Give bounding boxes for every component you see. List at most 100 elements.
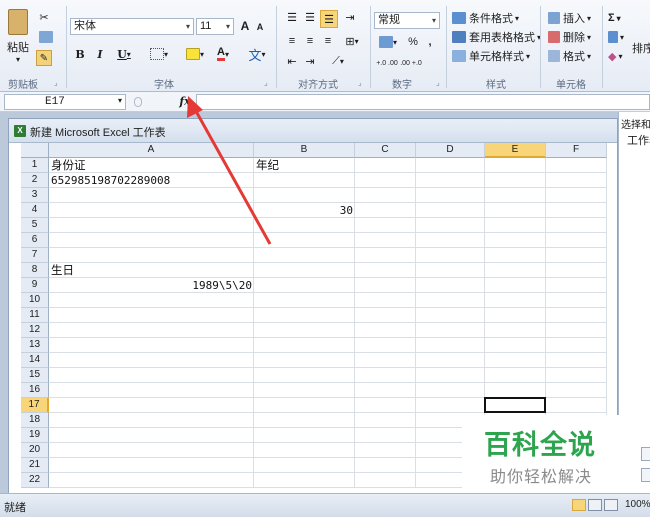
row-header-8[interactable]: 8 (21, 263, 49, 278)
chevron-down-icon: ▾ (185, 22, 190, 31)
fx-icon[interactable]: fx (176, 94, 194, 110)
insert-button[interactable]: 插入 ▾ (548, 10, 591, 26)
autosum-button[interactable]: Σ ▾ (608, 10, 621, 26)
font-family-select[interactable]: 宋体 ▾ (70, 18, 194, 35)
row-header-9[interactable]: 9 (21, 278, 49, 293)
row-header-4[interactable]: 4 (21, 203, 49, 218)
row-header-15[interactable]: 15 (21, 368, 49, 383)
align-center-button[interactable]: ≡ (302, 34, 318, 48)
fill-color-button[interactable]: ▾ (182, 46, 208, 62)
column-header-c[interactable]: C (355, 143, 416, 158)
row-header-5[interactable]: 5 (21, 218, 49, 233)
cell-b1[interactable]: 年纪 (254, 158, 355, 173)
row-header-17[interactable]: 17 (21, 398, 49, 413)
align-left-button[interactable]: ≡ (284, 34, 300, 48)
row-header-11[interactable]: 11 (21, 308, 49, 323)
row-header-22[interactable]: 22 (21, 473, 49, 488)
column-header-a[interactable]: A (49, 143, 254, 158)
column-header-e[interactable]: E (485, 143, 546, 158)
percent-button[interactable]: % (406, 34, 420, 50)
row-header-1[interactable]: 1 (21, 158, 49, 173)
fill-button[interactable]: ▾ (608, 29, 624, 45)
row-header-18[interactable]: 18 (21, 413, 49, 428)
select-all-corner[interactable] (21, 143, 49, 158)
number-launcher-icon[interactable]: ⌟ (436, 78, 440, 87)
row-header-2[interactable]: 2 (21, 173, 49, 188)
formula-input[interactable] (196, 94, 650, 110)
page-layout-view-button[interactable] (588, 499, 602, 511)
conditional-format-button[interactable]: 条件格式 ▾ (452, 10, 519, 26)
italic-button[interactable]: I (92, 46, 108, 62)
align-bottom-button[interactable]: ☰ (320, 10, 338, 28)
decrease-indent-button[interactable]: ⇤ (284, 54, 300, 68)
bold-button[interactable]: B (72, 46, 88, 62)
row-header-21[interactable]: 21 (21, 458, 49, 473)
cell-a9[interactable]: 1989\5\20 (49, 278, 254, 293)
row-header-6[interactable]: 6 (21, 233, 49, 248)
border-icon (149, 48, 164, 60)
border-button[interactable]: ▾ (146, 46, 172, 62)
name-box[interactable]: E17 ▾ (4, 94, 126, 110)
row-header-20[interactable]: 20 (21, 443, 49, 458)
normal-view-button[interactable] (572, 499, 586, 511)
align-right-button[interactable]: ≡ (320, 34, 336, 48)
table-format-button[interactable]: 套用表格格式 ▾ (452, 29, 541, 45)
page-break-view-button[interactable] (604, 499, 618, 511)
column-header-b[interactable]: B (254, 143, 355, 158)
cell-a1[interactable]: 身份证 (49, 158, 254, 173)
paste-button[interactable]: 粘贴 ▾ (4, 6, 32, 66)
font-launcher-icon[interactable]: ⌟ (264, 78, 268, 87)
gridline (49, 352, 607, 353)
grow-font-button[interactable]: A (238, 18, 252, 34)
row-header-12[interactable]: 12 (21, 323, 49, 338)
increase-indent-button[interactable]: ⇥ (302, 54, 318, 68)
copy-button[interactable] (36, 30, 56, 44)
row-header-10[interactable]: 10 (21, 293, 49, 308)
phonetic-button[interactable]: 文 ▾ (244, 44, 270, 64)
cell-styles-button[interactable]: 单元格样式 ▾ (452, 48, 530, 64)
format-button[interactable]: 格式 ▾ (548, 48, 591, 64)
clipboard-launcher-icon[interactable]: ⌟ (54, 78, 58, 87)
format-painter-button[interactable]: ✎ (36, 50, 52, 66)
column-header-f[interactable]: F (546, 143, 607, 158)
align-top-button[interactable]: ☰ (284, 10, 300, 24)
wrap-text-button[interactable]: ⇥ (342, 10, 358, 24)
active-cell-selection[interactable] (484, 397, 546, 413)
pane-button[interactable] (641, 468, 650, 482)
increase-decimal-button[interactable]: +.0 .00 (376, 56, 398, 70)
alignment-launcher-icon[interactable]: ⌟ (358, 78, 362, 87)
pane-button[interactable] (641, 447, 650, 461)
number-format-select[interactable]: 常规 ▾ (374, 12, 440, 29)
currency-button[interactable]: ▾ (376, 34, 400, 50)
fill-color-icon (185, 48, 200, 60)
zoom-level[interactable]: 100% (625, 499, 650, 510)
underline-button[interactable]: U ▾ (112, 46, 136, 62)
decrease-decimal-button[interactable]: .00 +.0 (400, 56, 422, 70)
align-middle-button[interactable]: ☰ (302, 10, 318, 24)
workbook-title-bar[interactable]: X 新建 Microsoft Excel 工作表 (9, 119, 617, 143)
cell-b4[interactable]: 30 (254, 203, 355, 218)
shrink-font-button[interactable]: A (254, 20, 266, 34)
row-header-19[interactable]: 19 (21, 428, 49, 443)
orientation-button[interactable]: ⟋ ▾ (326, 54, 350, 68)
watermark: 百科全说 助你轻松解决 (462, 415, 626, 493)
cell-a8[interactable]: 生日 (49, 263, 254, 278)
cut-button[interactable]: ✂ (36, 10, 52, 24)
cut-icon: ✂ (39, 11, 49, 24)
merge-button[interactable]: ⊞ ▾ (340, 34, 364, 48)
conditional-format-icon (452, 12, 466, 24)
clear-button[interactable]: ◆ ▾ (608, 48, 622, 64)
row-header-7[interactable]: 7 (21, 248, 49, 263)
row-header-3[interactable]: 3 (21, 188, 49, 203)
cell-a2[interactable]: 652985198702289008 (49, 173, 254, 188)
row-header-13[interactable]: 13 (21, 338, 49, 353)
font-size-select[interactable]: 11 ▾ (196, 18, 234, 35)
delete-button[interactable]: 删除 ▾ (548, 29, 591, 45)
column-header-d[interactable]: D (416, 143, 485, 158)
row-header-14[interactable]: 14 (21, 353, 49, 368)
chevron-down-icon: ▾ (392, 37, 397, 47)
row-header-16[interactable]: 16 (21, 383, 49, 398)
sort-filter-button[interactable]: 排序 (632, 40, 650, 56)
comma-button[interactable]: , (424, 34, 436, 50)
font-color-button[interactable]: A ▾ (210, 46, 236, 62)
